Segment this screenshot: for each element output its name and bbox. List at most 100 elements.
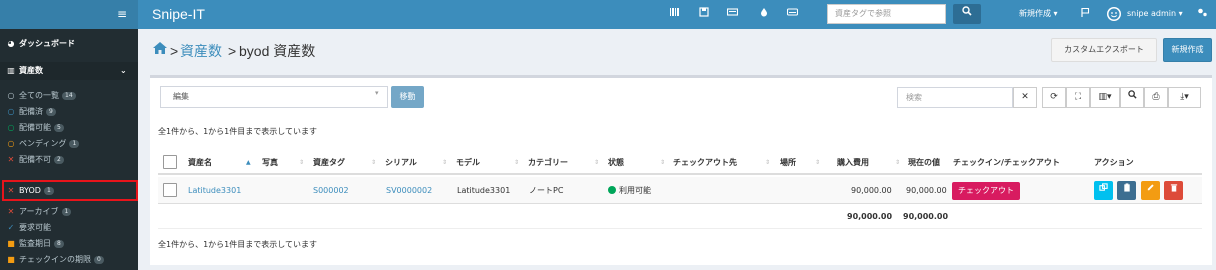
chevron-down-icon: ▾ xyxy=(375,89,379,97)
bulk-action-select[interactable]: 編集 xyxy=(160,86,388,108)
circle-icon: ○ xyxy=(7,107,15,116)
category-cell: ノートPC xyxy=(529,186,564,195)
model-cell: Latitude3301 xyxy=(457,186,511,195)
checkout-button[interactable]: チェックアウト xyxy=(952,182,1020,200)
column-header-serial[interactable]: シリアル xyxy=(385,158,417,168)
count-badge: 14 xyxy=(62,92,76,100)
sidebar-item-label: チェックインの期限 xyxy=(19,255,91,264)
column-header-checkin-checkout: チェックイン/チェックアウト xyxy=(953,158,1060,167)
sidebar-item-undeployable[interactable]: ✕ 配備不可 2 xyxy=(0,152,138,167)
pencil-icon xyxy=(1147,184,1154,191)
settings-icon[interactable] xyxy=(1195,7,1209,21)
edit-button[interactable] xyxy=(1141,181,1160,200)
keyboard-icon[interactable] xyxy=(725,7,739,21)
brand-title[interactable]: Snipe-IT xyxy=(152,5,205,23)
sort-icon: ⇕ xyxy=(594,159,600,166)
breadcrumb-separator: > xyxy=(228,43,237,59)
pagination-info-bottom: 全1件から、1から1件目まで表示しています xyxy=(158,240,318,249)
count-badge: 0 xyxy=(94,256,104,264)
sidebar-item-deployed[interactable]: ○ 配備済 9 xyxy=(0,104,138,119)
sort-icon: ⇕ xyxy=(815,159,821,166)
create-new-button[interactable]: 新規作成 xyxy=(1163,38,1212,62)
sidebar-item-label: 要求可能 xyxy=(19,223,51,232)
column-header-current-value[interactable]: 現在の値 xyxy=(908,158,940,168)
audit-button[interactable] xyxy=(1117,181,1136,200)
sort-icon: ⇕ xyxy=(442,159,448,166)
sidebar-item-requestable[interactable]: ✓ 要求可能 xyxy=(0,220,138,235)
fullscreen-button[interactable]: ⛶ xyxy=(1066,87,1090,108)
times-icon: ✕ xyxy=(7,207,15,216)
refresh-button[interactable]: ⟳ xyxy=(1042,87,1066,108)
delete-button[interactable] xyxy=(1164,181,1183,200)
column-header-model[interactable]: モデル xyxy=(456,158,480,168)
sort-asc-icon: ▲ xyxy=(246,159,251,166)
column-header-photo[interactable]: 写真 xyxy=(262,158,278,168)
circle-icon: ○ xyxy=(7,91,15,100)
search-icon xyxy=(962,6,972,16)
hdd-icon[interactable] xyxy=(785,7,799,21)
sidebar-item-label: 監査期日 xyxy=(19,239,51,248)
sidebar-item-label: アーカイブ xyxy=(19,207,59,216)
tint-icon[interactable] xyxy=(757,7,771,21)
column-header-name[interactable]: 資産名 xyxy=(188,158,212,168)
sidebar-item-ready[interactable]: ○ 配備可能 5 xyxy=(0,120,138,135)
count-badge: 5 xyxy=(54,124,64,132)
sidebar-item-label: ペンディング xyxy=(19,139,67,148)
sort-icon: ⇕ xyxy=(299,159,305,166)
times-icon: ✕ xyxy=(7,155,15,164)
select-all-checkbox[interactable] xyxy=(163,155,177,169)
new-menu[interactable]: 新規作成 ▾ xyxy=(1019,8,1058,20)
asset-tag-link[interactable]: S000002 xyxy=(313,186,349,196)
asset-name-link[interactable]: Latitude3301 xyxy=(188,186,241,196)
sidebar-toggle-icon[interactable]: ≡ xyxy=(117,6,127,22)
sidebar-group-assets[interactable]: ▥ 資産数 ⌄ xyxy=(0,62,138,80)
table-search-input[interactable]: 検索 xyxy=(897,87,1013,108)
sidebar-item-pending[interactable]: ○ ペンディング 1 xyxy=(0,136,138,151)
total-current-value: 90,000.00 xyxy=(903,212,949,221)
count-badge: 1 xyxy=(61,208,72,216)
status-label: 利用可能 xyxy=(619,186,651,195)
search-button[interactable] xyxy=(953,4,981,24)
advanced-search-button[interactable] xyxy=(1120,87,1144,108)
sidebar-group-label: 資産数 xyxy=(19,66,43,75)
search-icon xyxy=(1127,90,1137,99)
column-header-asset-tag[interactable]: 資産タグ xyxy=(313,158,345,168)
sidebar-item-all[interactable]: ○ 全ての一覧 14 xyxy=(0,88,138,103)
asset-tag-search-input[interactable]: 資産タグで参照 xyxy=(827,4,946,24)
column-header-status[interactable]: 状態 xyxy=(608,158,624,168)
sidebar-item-checkin-due[interactable]: ■ チェックインの期限 0 xyxy=(0,252,138,267)
print-button[interactable]: ⎙ xyxy=(1144,87,1168,108)
purchase-cost-cell: 90,000.00 xyxy=(851,186,892,195)
sort-icon: ⇕ xyxy=(660,159,666,166)
sidebar-item-archived[interactable]: ✕ アーカイブ 1 xyxy=(0,204,138,219)
column-header-category[interactable]: カテゴリー xyxy=(528,158,568,168)
column-header-checked-out-to[interactable]: チェックアウト先 xyxy=(673,158,737,168)
column-header-purchase-cost[interactable]: 購入費用 xyxy=(837,158,869,168)
calendar-icon: ■ xyxy=(7,239,15,248)
clone-button[interactable] xyxy=(1094,181,1113,200)
user-menu[interactable]: snipe admin ▾ xyxy=(1127,8,1183,20)
export-button[interactable]: ⤓▾ xyxy=(1168,87,1201,108)
save-icon[interactable] xyxy=(697,7,711,21)
column-header-location[interactable]: 場所 xyxy=(780,158,796,168)
breadcrumb-assets-link[interactable]: 資産数 xyxy=(180,42,222,60)
columns-button[interactable]: ▥▾ xyxy=(1090,87,1120,108)
barcode-icon: ▥ xyxy=(7,66,15,75)
bulk-move-button[interactable]: 移動 xyxy=(391,86,424,108)
serial-link[interactable]: SV0000002 xyxy=(386,186,432,196)
barcode-icon[interactable] xyxy=(668,7,682,21)
trash-icon xyxy=(1170,184,1177,192)
clear-search-button[interactable]: ✕ xyxy=(1013,87,1037,108)
circle-icon: ○ xyxy=(7,139,15,148)
total-purchase-cost: 90,000.00 xyxy=(847,212,893,221)
custom-export-button[interactable]: カスタムエクスポート xyxy=(1051,38,1157,62)
row-checkbox[interactable] xyxy=(163,183,177,197)
current-value-cell: 90,000.00 xyxy=(906,186,947,195)
home-icon[interactable] xyxy=(152,41,168,57)
sidebar-item-dashboard[interactable]: ◕ ダッシュボード xyxy=(0,36,138,51)
flag-icon[interactable] xyxy=(1078,7,1092,21)
sort-icon: ⇕ xyxy=(371,159,377,166)
status-dot-icon xyxy=(608,186,616,194)
avatar-icon[interactable] xyxy=(1106,6,1122,22)
sidebar-item-audit-due[interactable]: ■ 監査期日 8 xyxy=(0,236,138,251)
